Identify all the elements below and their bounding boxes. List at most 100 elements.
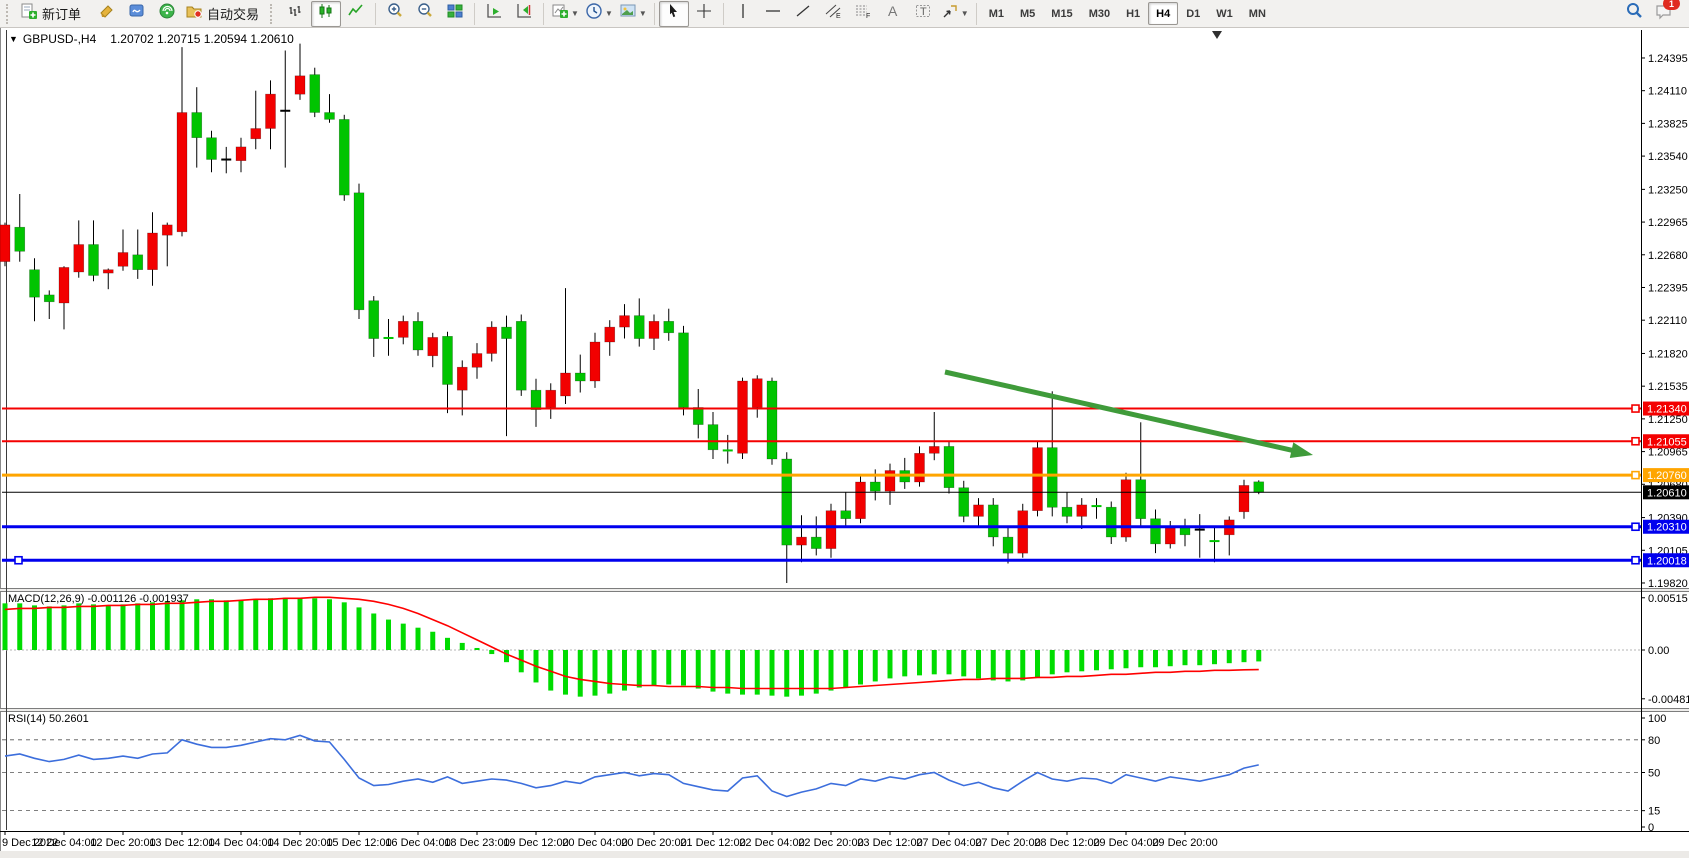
timeframe-h1-button[interactable]: H1 (1118, 2, 1148, 25)
svg-text:29 Dec 20:00: 29 Dec 20:00 (1152, 837, 1217, 849)
signals-button[interactable] (152, 1, 182, 27)
autotrading-button[interactable]: 自动交易 (182, 1, 262, 27)
zoom-in-button[interactable] (380, 1, 410, 27)
chart-shift-icon (515, 2, 533, 25)
chart-shift-button[interactable] (509, 1, 539, 27)
pane-divider[interactable] (0, 588, 1689, 592)
toolbar-separator (375, 3, 376, 25)
crosshair-tool-button[interactable] (689, 1, 719, 27)
new-order-label: 新订单 (42, 4, 81, 23)
mt4-window: { "toolbar": { "new_order_label": "新订单",… (0, 0, 1689, 858)
toolbar-separator (543, 3, 544, 25)
candlestick-chart-button[interactable] (311, 1, 341, 27)
bottom-strip (0, 851, 1689, 858)
trendline-tool-button[interactable] (788, 1, 818, 27)
svg-text:0.00: 0.00 (1648, 645, 1669, 657)
fibonacci-tool-button[interactable]: F (848, 1, 878, 27)
svg-text:T: T (920, 6, 927, 18)
text-label-tool-button[interactable]: T (908, 1, 938, 27)
zoom-in-icon (386, 2, 404, 25)
svg-text:1.22395: 1.22395 (1648, 282, 1688, 294)
timeframe-toolbar: M1M5M15M30H1H4D1W1MN (981, 2, 1274, 25)
toolbar-grip[interactable] (6, 4, 13, 24)
timeframe-m5-button[interactable]: M5 (1012, 2, 1043, 25)
chevron-down-icon: ▼ (961, 9, 969, 18)
svg-text:1.24110: 1.24110 (1648, 86, 1687, 98)
svg-text:1.21535: 1.21535 (1648, 381, 1688, 393)
equidistant-channel-tool-button[interactable]: E (818, 1, 848, 27)
horizontal-line-tool-button[interactable] (758, 1, 788, 27)
svg-text:0.00515: 0.00515 (1648, 593, 1688, 605)
periods-button[interactable]: ▼ (582, 1, 616, 27)
svg-text:12 Dec 04:00: 12 Dec 04:00 (31, 837, 96, 849)
equidistant-channel-icon: E (824, 2, 842, 25)
bar-chart-button[interactable] (281, 1, 311, 27)
svg-text:80: 80 (1648, 735, 1660, 747)
text-label-icon: T (914, 2, 932, 25)
timeframe-h4-button[interactable]: H4 (1148, 2, 1178, 25)
clock-icon (585, 2, 603, 25)
chart-canvas[interactable]: 1.243951.241101.238251.235401.232501.229… (0, 0, 1689, 858)
toolbar-separator (976, 3, 977, 25)
layouts-button[interactable] (92, 1, 122, 27)
svg-text:22 Dec 04:00: 22 Dec 04:00 (739, 837, 804, 849)
svg-text:1.20760: 1.20760 (1647, 470, 1687, 482)
svg-text:23 Dec 12:00: 23 Dec 12:00 (857, 837, 922, 849)
svg-text:28 Dec 12:00: 28 Dec 12:00 (1034, 837, 1099, 849)
svg-text:0: 0 (1648, 822, 1654, 834)
vertical-line-tool-button[interactable] (728, 1, 758, 27)
timeframe-w1-button[interactable]: W1 (1208, 2, 1241, 25)
new-chart-icon (551, 2, 569, 25)
svg-text:19 Dec 12:00: 19 Dec 12:00 (503, 837, 568, 849)
toolbar: 新订单 自动交易 ▼ ▼ (0, 0, 1689, 28)
auto-scroll-icon (485, 2, 503, 25)
metaeditor-button[interactable] (122, 1, 152, 27)
timeframe-m15-button[interactable]: M15 (1043, 2, 1080, 25)
notifications-button[interactable]: 1 (1649, 1, 1679, 27)
svg-text:14 Dec 20:00: 14 Dec 20:00 (267, 837, 332, 849)
cursor-tool-button[interactable] (659, 1, 689, 27)
svg-text:1.19820: 1.19820 (1648, 578, 1688, 590)
svg-text:29 Dec 04:00: 29 Dec 04:00 (1093, 837, 1158, 849)
templates-button[interactable]: ▼ (616, 1, 650, 27)
horizontal-line-icon (764, 2, 782, 25)
svg-text:1.20310: 1.20310 (1647, 522, 1687, 534)
svg-text:1.22680: 1.22680 (1648, 250, 1688, 262)
svg-text:1.21340: 1.21340 (1647, 404, 1687, 416)
new-chart-button[interactable]: ▼ (548, 1, 582, 27)
candlestick-chart-icon (317, 2, 335, 25)
text-tool-button[interactable]: A (878, 1, 908, 27)
text-tool-icon: A (884, 2, 902, 25)
svg-text:50: 50 (1648, 768, 1660, 780)
layouts-icon (98, 2, 116, 25)
search-button[interactable] (1619, 1, 1649, 27)
auto-scroll-button[interactable] (479, 1, 509, 27)
fibonacci-icon: F (854, 2, 872, 25)
notification-badge: 1 (1663, 0, 1680, 10)
timeframe-d1-button[interactable]: D1 (1178, 2, 1208, 25)
toolbar-separator (474, 3, 475, 25)
zoom-out-button[interactable] (410, 1, 440, 27)
svg-text:22 Dec 20:00: 22 Dec 20:00 (798, 837, 863, 849)
chevron-down-icon: ▼ (639, 9, 647, 18)
svg-text:1.23825: 1.23825 (1648, 118, 1688, 130)
svg-text:A: A (888, 3, 898, 19)
toolbar-grip[interactable] (270, 4, 277, 24)
chat-bubble-icon: 1 (1654, 1, 1674, 26)
svg-text:1.21820: 1.21820 (1648, 348, 1688, 360)
tile-windows-button[interactable] (440, 1, 470, 27)
pane-divider[interactable] (0, 708, 1689, 712)
metaeditor-icon (128, 2, 146, 25)
svg-text:E: E (836, 13, 841, 20)
line-chart-button[interactable] (341, 1, 371, 27)
timeframe-m1-button[interactable]: M1 (981, 2, 1012, 25)
autotrading-label: 自动交易 (207, 4, 259, 23)
svg-text:1.23540: 1.23540 (1648, 151, 1688, 163)
new-order-button[interactable]: 新订单 (17, 1, 84, 27)
arrows-tool-button[interactable]: ▼ (938, 1, 972, 27)
timeframe-mn-button[interactable]: MN (1241, 2, 1274, 25)
svg-text:12 Dec 20:00: 12 Dec 20:00 (90, 837, 155, 849)
zoom-out-icon (416, 2, 434, 25)
svg-text:1.24395: 1.24395 (1648, 53, 1688, 65)
timeframe-m30-button[interactable]: M30 (1081, 2, 1118, 25)
